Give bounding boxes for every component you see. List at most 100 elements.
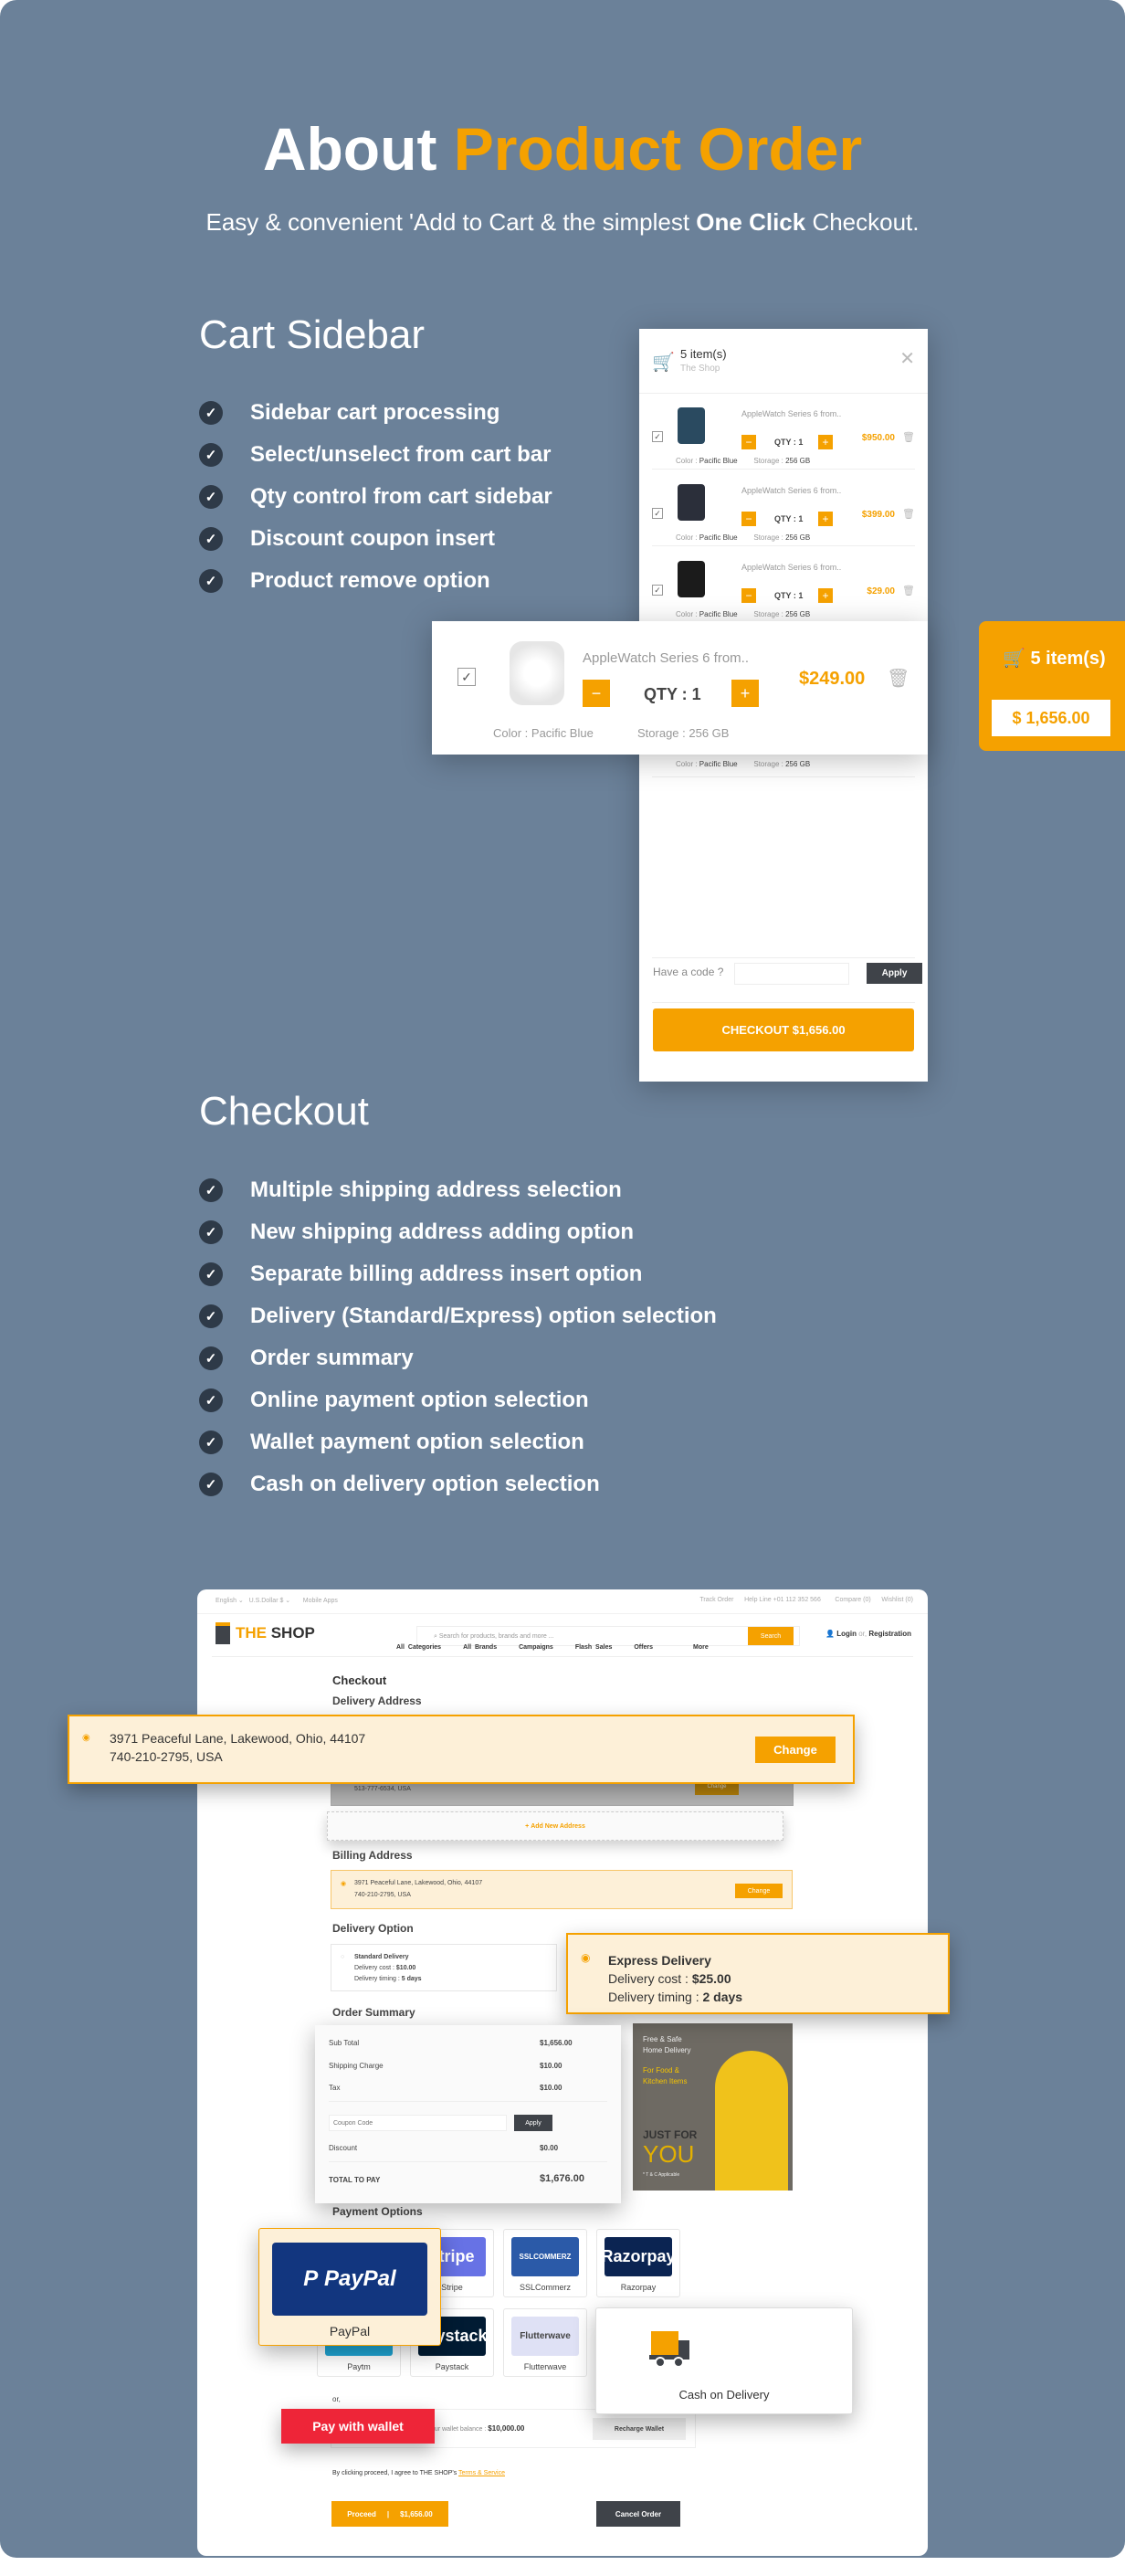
track-order-link[interactable]: Track Order [699,1597,733,1603]
cart-item: ✓ AppleWatch Series 6 from.. − QTY : 1 +… [652,546,915,623]
cart-sidebar-heading: Cart Sidebar [199,312,426,357]
payment-paypal-selected[interactable]: P PayPal PayPal [258,2228,441,2346]
delivery-option-heading: Delivery Option [332,1922,414,1935]
trash-icon[interactable]: 🗑 [887,667,909,690]
qty-increase-button[interactable]: + [818,588,833,603]
nav-item[interactable]: More [693,1644,709,1651]
promo-banner[interactable]: Free & Safe Home Delivery For Food & Kitch… [633,2023,793,2191]
add-new-address-button[interactable]: + Add New Address [327,1811,783,1841]
payment-logo: Razorpay [601,2237,676,2276]
product-image [678,407,705,444]
payment-options-heading: Payment Options [332,2205,423,2218]
item-checkbox[interactable]: ✓ [652,508,663,519]
page-background: About Product Order Easy & convenient 'A… [0,0,1125,2558]
coupon-code-input[interactable] [329,2115,507,2131]
qty-decrease-button[interactable]: − [741,588,756,603]
payment-option-razorpay[interactable]: Razorpay Razorpay [596,2229,680,2297]
cart-apply-button[interactable]: Apply [867,963,922,984]
cart-icon: 🛒 [652,353,675,373]
check-circle-icon: ✓ [199,1304,223,1328]
standard-delivery-option[interactable]: ○ Standard Delivery Delivery cost : $10.… [331,1944,557,1991]
floating-cart-badge[interactable]: 🛒 5 item(s) $ 1,656.00 [979,621,1125,751]
radio-selected-icon: ◉ [341,1881,347,1887]
search-button[interactable]: Search [748,1627,794,1645]
radio-selected-icon: ◉ [82,1733,90,1743]
change-button[interactable]: Change [695,1784,739,1795]
helpline: Help Line +01 112 352 566 [744,1597,821,1603]
trash-icon[interactable]: 🗑 [902,508,915,520]
order-summary-heading: Order Summary [332,2006,415,2019]
mobile-apps-link[interactable]: Mobile Apps [303,1598,338,1604]
item-qty: QTY : 1 [644,685,701,703]
selected-delivery-address[interactable]: ◉ 3971 Peaceful Lane, Lakewood, Ohio, 44… [68,1715,855,1784]
login-link[interactable]: Login [836,1630,857,1638]
feature-item: ✓ Delivery (Standard/Express) option sele… [199,1295,717,1337]
nav-item[interactable]: All Brands [463,1644,497,1651]
compare-link[interactable]: Compare (0) [835,1597,870,1603]
check-circle-icon: ✓ [199,1220,223,1244]
registration-link[interactable]: Registration [868,1630,911,1638]
check-circle-icon: ✓ [199,485,223,509]
user-icon: 👤 [825,1630,835,1638]
cancel-order-button[interactable]: Cancel Order [596,2501,680,2527]
nav-item[interactable]: All Categories [396,1644,441,1651]
feature-item: ✓ Online payment option selection [199,1379,717,1421]
check-circle-icon: ✓ [199,569,223,593]
check-circle-icon: ✓ [199,1178,223,1202]
proceed-button[interactable]: Proceed | $1,656.00 [331,2501,448,2527]
close-icon[interactable]: ✕ [899,347,915,370]
shop-logo[interactable]: THE SHOP [236,1624,315,1642]
item-checkbox[interactable]: ✓ [652,431,663,442]
terms-link[interactable]: Terms & Service [458,2470,505,2476]
feature-item: ✓ Discount coupon insert [199,518,552,560]
feature-item: ✓ Order summary [199,1337,717,1379]
nav-item[interactable]: Campaigns [519,1644,553,1651]
item-price: $249.00 [799,669,866,689]
check-circle-icon: ✓ [199,527,223,551]
recharge-wallet-button[interactable]: Recharge Wallet [593,2418,686,2440]
search-input[interactable]: ⌕ Search for products, brands and more .… [416,1626,800,1646]
language-select[interactable]: English ⌄ [216,1598,244,1604]
qty-increase-button[interactable]: + [731,680,759,707]
payment-cash-on-delivery[interactable]: Cash on Delivery [595,2307,853,2414]
trash-icon[interactable]: 🗑 [902,431,915,443]
delivery-person-image [715,2051,788,2191]
qty-increase-button[interactable]: + [818,512,833,526]
search-icon: ⌕ [434,1633,437,1640]
check-circle-icon: ✓ [199,1262,223,1286]
feature-item: ✓ Product remove option [199,560,552,602]
qty-decrease-button[interactable]: − [741,435,756,449]
payment-option-flutterwave[interactable]: Flutterwave Flutterwave [503,2308,587,2377]
payment-logo: SSLCOMMERZ [511,2237,579,2276]
hero-title: About Product Order [262,115,863,183]
wishlist-link[interactable]: Wishlist (0) [881,1597,913,1603]
check-circle-icon: ✓ [199,1431,223,1454]
qty-increase-button[interactable]: + [818,435,833,449]
cart-shop-name: The Shop [680,364,720,374]
qty-decrease-button[interactable]: − [741,512,756,526]
feature-item: ✓ Select/unselect from cart bar [199,434,552,476]
qty-decrease-button[interactable]: − [583,680,610,707]
payment-logo: Flutterwave [511,2317,579,2356]
express-delivery-option[interactable]: ◉ Express Delivery Delivery cost : $25.0… [566,1933,950,2014]
nav-item[interactable]: Offers [634,1644,653,1651]
cart-icon: 🛒 [1003,649,1025,669]
billing-change-button[interactable]: Change [735,1884,783,1898]
item-checkbox[interactable]: ✓ [652,585,663,596]
item-checkbox[interactable]: ✓ [457,668,476,686]
checkout-button[interactable]: CHECKOUT $1,656.00 [653,1008,914,1051]
change-address-button[interactable]: Change [755,1737,836,1763]
feature-item: ✓ Wallet payment option selection [199,1421,717,1463]
cart-item: ✓ AppleWatch Series 6 from.. − QTY : 1 +… [652,393,915,470]
page-title: Checkout [332,1673,387,1687]
payment-option-sslcommerz[interactable]: SSLCOMMERZ SSLCommerz [503,2229,587,2297]
cart-coupon-input[interactable] [734,963,849,985]
coupon-apply-button[interactable]: Apply [514,2115,552,2131]
pay-with-wallet-button[interactable]: Pay with wallet [281,2409,435,2444]
nav-item[interactable]: Flash Sales [575,1644,613,1651]
billing-address-card[interactable]: ◉ 3971 Peaceful Lane, Lakewood, Ohio, 44… [331,1870,793,1909]
truck-icon [651,2331,678,2356]
cart-item-enlarged: ✓ AppleWatch Series 6 from.. − QTY : 1 +… [432,621,928,755]
trash-icon[interactable]: 🗑 [902,585,915,596]
currency-select[interactable]: U.S.Dollar $ ⌄ [249,1598,291,1604]
